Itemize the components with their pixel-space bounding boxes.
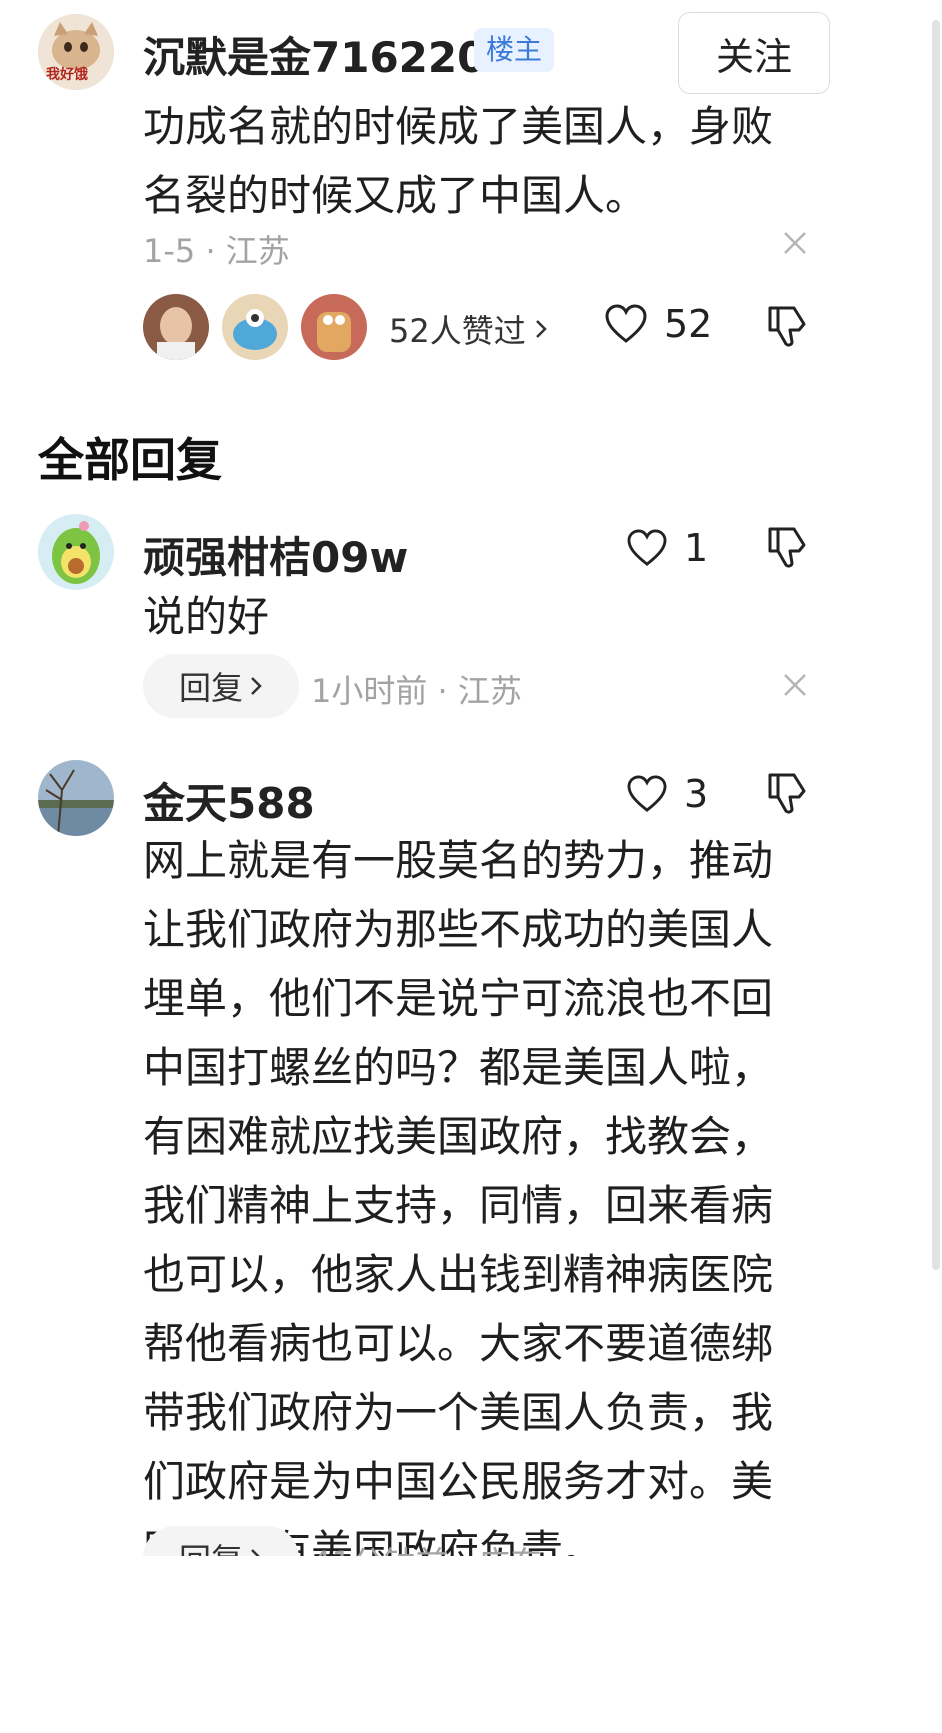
follow-button[interactable]: 关注 (678, 12, 830, 94)
reply-avatar[interactable] (38, 760, 114, 836)
post-like-count: 52 (664, 302, 713, 346)
reply-like-button[interactable]: 3 (626, 772, 708, 816)
reply-text-line: 让我们政府为那些不成功的美国人 (143, 905, 774, 954)
scrollbar-thumb[interactable] (932, 20, 940, 1270)
reply-text-line: 我们精神上支持，同情，回来看病 (143, 1181, 774, 1230)
reply-text-line: 帮他看病也可以。大家不要道德绑 (143, 1319, 774, 1368)
reply-like-count: 3 (684, 772, 709, 816)
reply-text: 网上就是有一股莫名的势力，推动 让我们政府为那些不成功的美国人 埋单，他们不是说… (143, 826, 823, 1585)
reply-text-line: 们政府是为中国公民服务才对。美 (143, 1457, 774, 1506)
thumbs-down-icon[interactable] (766, 525, 808, 573)
reply-text-line: 有困难就应找美国政府，找教会， (143, 1112, 774, 1161)
reply-like-button[interactable]: 1 (626, 526, 708, 570)
thumbs-down-icon[interactable] (766, 771, 808, 819)
heart-outline-icon (605, 304, 647, 343)
post-author-avatar[interactable]: 我好饿 (38, 14, 114, 90)
heart-outline-icon (627, 775, 667, 812)
post-meta: 1-5 · 江苏 (143, 232, 290, 270)
close-icon[interactable] (780, 228, 810, 262)
post-like-button[interactable]: 52 (604, 302, 712, 346)
reply-text: 说的好 (143, 582, 803, 651)
avatar-caption: 我好饿 (46, 67, 88, 83)
post-text: 功成名就的时候成了美国人，身败 名裂的时候又成了中国人。 (143, 92, 803, 230)
close-icon[interactable] (780, 670, 810, 704)
author-badge: 楼主 (474, 28, 555, 72)
bottom-fade (0, 1556, 942, 1733)
liker-avatar[interactable] (301, 294, 367, 360)
likers-label: 52人赞过 (389, 312, 526, 350)
heart-outline-icon (627, 529, 667, 566)
post-text-line: 名裂的时候又成了中国人。 (143, 171, 648, 220)
reply-meta: 1小时前 · 江苏 (311, 672, 522, 710)
reply-text-line: 中国打螺丝的吗？都是美国人啦， (143, 1043, 774, 1092)
liker-avatar[interactable] (222, 294, 288, 360)
section-title: 全部回复 (38, 433, 222, 487)
reply-text-line: 也可以，他家人出钱到精神病医院 (143, 1250, 774, 1299)
reply-avatar[interactable] (38, 514, 114, 590)
liker-avatar[interactable] (143, 294, 209, 360)
reply-text-line: 带我们政府为一个美国人负责，我 (143, 1388, 774, 1437)
post-text-line: 功成名就的时候成了美国人，身败 (143, 102, 774, 151)
reply-text-line: 说的好 (143, 592, 270, 641)
reply-like-count: 1 (684, 526, 709, 570)
reply-button[interactable]: 回复 (143, 654, 299, 718)
reply-author-name[interactable]: 顽强柑桔09w (143, 524, 408, 585)
chevron-right-icon (251, 677, 262, 695)
likers-link[interactable]: 52人赞过 (389, 306, 548, 352)
reply-author-name[interactable]: 金天588 (143, 770, 315, 831)
chevron-right-icon (535, 320, 547, 338)
thumbs-down-icon[interactable] (766, 304, 808, 352)
reply-text-line: 埋单，他们不是说宁可流浪也不回 (143, 974, 774, 1023)
reply-button-label: 回复 (178, 669, 243, 707)
reply-text-line: 网上就是有一股莫名的势力，推动 (143, 836, 774, 885)
